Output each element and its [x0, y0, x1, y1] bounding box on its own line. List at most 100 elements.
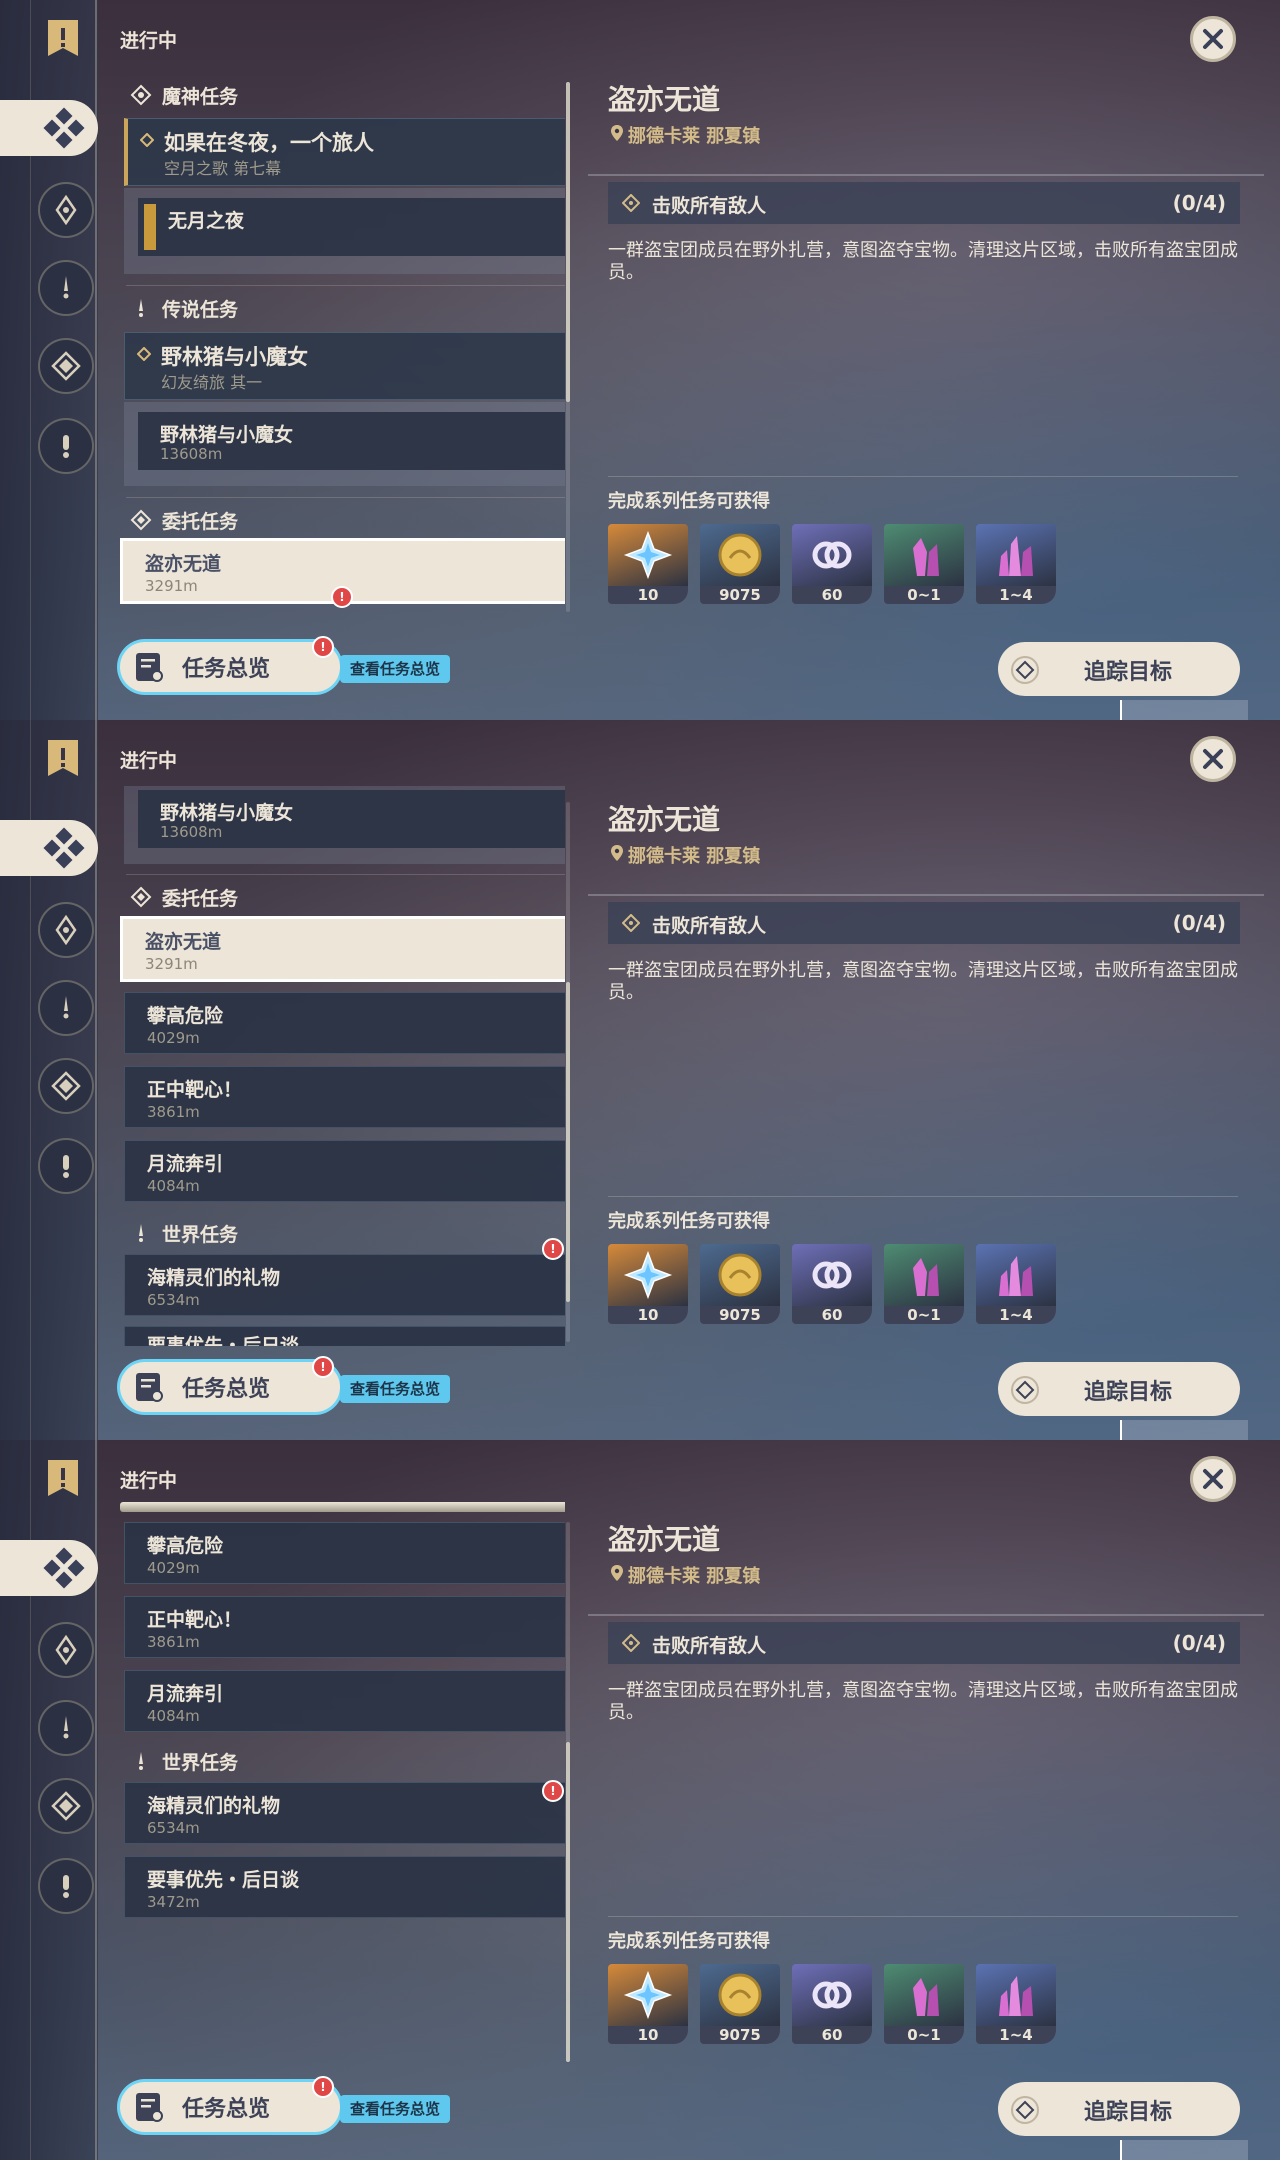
quest-archon-main[interactable]: 如果在冬夜，一个旅人 空月之歌 第七幕 [124, 118, 565, 186]
quest-world[interactable]: 海精灵们的礼物 6534m [124, 1782, 565, 1844]
reward-item[interactable]: 9075 [700, 524, 780, 604]
reward-item[interactable]: 10 [608, 1964, 688, 2044]
quest-world-partial[interactable]: 要事优先・后日谈 [124, 1326, 565, 1346]
quest-world[interactable]: 海精灵们的礼物 6534m [124, 1254, 565, 1316]
close-button[interactable] [1190, 736, 1236, 782]
overview-tooltip[interactable]: 查看任务总览 [340, 2095, 451, 2123]
track-objective-button[interactable]: 追踪目标 [998, 642, 1240, 696]
quest-distance: 3861m [147, 1633, 200, 1651]
rail-tab-world[interactable] [38, 1058, 94, 1114]
category-label: 世界任务 [162, 1223, 239, 1246]
close-button[interactable] [1190, 1456, 1236, 1502]
quest-title: 攀高危险 [147, 1005, 224, 1027]
reward-quantity: 1~4 [976, 586, 1056, 604]
category-commission: 委托任务 [130, 882, 238, 912]
quest-legend-main[interactable]: 野林猪与小魔女 幻友绮旅 其一 [124, 332, 565, 400]
alert-badge: ! [312, 2076, 334, 2098]
rail-tab-legend[interactable] [38, 1700, 94, 1756]
quest-title: 野林猪与小魔女 [160, 802, 294, 824]
hud-indicator [1120, 2140, 1248, 2160]
quest-commission[interactable]: 月流奔引 4084m [124, 1670, 565, 1732]
quest-world[interactable]: 要事优先・后日谈 3472m [124, 1856, 565, 1918]
quest-overview-button[interactable]: 任务总览 [120, 2082, 340, 2132]
crystal-cluster-icon [976, 524, 1056, 586]
legend-icon [139, 299, 143, 317]
detail-description: 一群盗宝团成员在野外扎营，意图盗夺宝物。清理这片区域，击败所有盗宝团成员。 [608, 960, 1238, 1003]
track-label: 追踪目标 [1084, 1380, 1173, 1405]
quest-distance: 4029m [147, 1029, 200, 1047]
quest-commission[interactable]: 攀高危险 4029m [124, 1522, 565, 1584]
quest-title: 盗亦无道 [145, 931, 222, 953]
rail-tab-legend[interactable] [38, 260, 94, 316]
rail-tab-archon[interactable] [38, 1622, 94, 1678]
reward-item[interactable]: 0~1 [884, 524, 964, 604]
detail-description: 一群盗宝团成员在野外扎营，意图盗夺宝物。清理这片区域，击败所有盗宝团成员。 [608, 1680, 1238, 1723]
scrollbar-thumb[interactable] [566, 1742, 570, 2062]
hud-indicator [1120, 1420, 1248, 1440]
reward-quantity: 10 [608, 586, 688, 604]
rail-tab-legend[interactable] [38, 980, 94, 1036]
quest-commission[interactable]: 正中靶心！ 3861m [124, 1596, 565, 1658]
quest-list[interactable]: 魔神任务 如果在冬夜，一个旅人 空月之歌 第七幕 无月之夜 传说任务 野林猪与小… [110, 80, 565, 610]
scrollbar-thumb[interactable] [566, 82, 570, 402]
reward-item[interactable]: 1~4 [976, 1964, 1056, 2044]
rail-tab-world[interactable] [38, 338, 94, 394]
quest-list[interactable]: 攀高危险 4029m 正中靶心！ 3861m 月流奔引 4084m 世界任务 海… [110, 1502, 565, 2062]
category-world: 世界任务 [130, 1218, 238, 1248]
reward-item[interactable]: 0~1 [884, 1244, 964, 1324]
primogem-icon [608, 1244, 688, 1306]
close-icon [1203, 749, 1223, 769]
overview-tooltip[interactable]: 查看任务总览 [340, 655, 451, 683]
quest-commission[interactable]: 月流奔引 4084m [124, 1140, 565, 1202]
track-objective-button[interactable]: 追踪目标 [998, 1362, 1240, 1416]
rail-tab-event[interactable] [38, 418, 94, 474]
reward-item[interactable]: 9075 [700, 1964, 780, 2044]
quest-commission[interactable]: 正中靶心！ 3861m [124, 1066, 565, 1128]
category-label: 委托任务 [162, 887, 239, 910]
reward-item[interactable]: 0~1 [884, 1964, 964, 2044]
quest-overview-button[interactable]: 任务总览 [120, 1362, 340, 1412]
close-button[interactable] [1190, 16, 1236, 62]
divider [588, 894, 1264, 896]
overview-tooltip[interactable]: 查看任务总览 [340, 1375, 451, 1403]
quest-archon-sub[interactable]: 无月之夜 [138, 198, 565, 256]
quest-overview-button[interactable]: 任务总览 [120, 642, 340, 692]
quest-title: 月流奔引 [147, 1153, 224, 1175]
objective-text: 击败所有敌人 [652, 1635, 767, 1657]
quest-legend-sub[interactable]: 野林猪与小魔女 13608m [138, 412, 565, 470]
quest-distance: 4084m [147, 1177, 200, 1195]
reward-item[interactable]: 60 [792, 1964, 872, 2044]
objective-row: 击败所有敌人 (0/4) [608, 182, 1240, 224]
legend-icon [63, 1716, 69, 1739]
alert-badge: ! [542, 1780, 564, 1802]
reward-item[interactable]: 9075 [700, 1244, 780, 1324]
quest-list[interactable]: 野林猪与小魔女 13608m 委托任务 盗亦无道 3291m 攀高危险 4029… [110, 786, 565, 1346]
diamond-icon [622, 1634, 640, 1652]
track-objective-button[interactable]: 追踪目标 [998, 2082, 1240, 2136]
rail-tab-event[interactable] [38, 1138, 94, 1194]
crystal-icon [884, 524, 964, 586]
reward-item[interactable]: 1~4 [976, 524, 1056, 604]
commission-icon [130, 509, 152, 531]
mora-icon [700, 524, 780, 586]
reward-item[interactable]: 1~4 [976, 1244, 1056, 1324]
quest-panel-3: 进行中 攀高危险 4029m 正中靶心！ 3861m 月流奔引 4084m 世界… [0, 1440, 1280, 2160]
quest-legend-sub[interactable]: 野林猪与小魔女 13608m [138, 790, 565, 848]
rail-tab-world[interactable] [38, 1778, 94, 1834]
quest-commission[interactable]: 攀高危险 4029m [124, 992, 565, 1054]
mora-icon [700, 1964, 780, 2026]
rail-tab-archon[interactable] [38, 182, 94, 238]
rail-tab-archon[interactable] [38, 902, 94, 958]
exclamation-icon [63, 1875, 69, 1898]
reward-quantity: 10 [608, 2026, 688, 2044]
quest-commission-selected[interactable]: 盗亦无道 3291m [120, 916, 565, 982]
reward-item[interactable]: 10 [608, 1244, 688, 1324]
detail-location: 挪德卡莱 那夏镇 [628, 846, 761, 867]
rail-tab-event[interactable] [38, 1858, 94, 1914]
reward-item[interactable]: 10 [608, 524, 688, 604]
reward-item[interactable]: 60 [792, 1244, 872, 1324]
reward-item[interactable]: 60 [792, 524, 872, 604]
reward-quantity: 60 [792, 2026, 872, 2044]
quest-title: 月流奔引 [147, 1683, 224, 1705]
scrollbar-thumb[interactable] [566, 982, 570, 1302]
